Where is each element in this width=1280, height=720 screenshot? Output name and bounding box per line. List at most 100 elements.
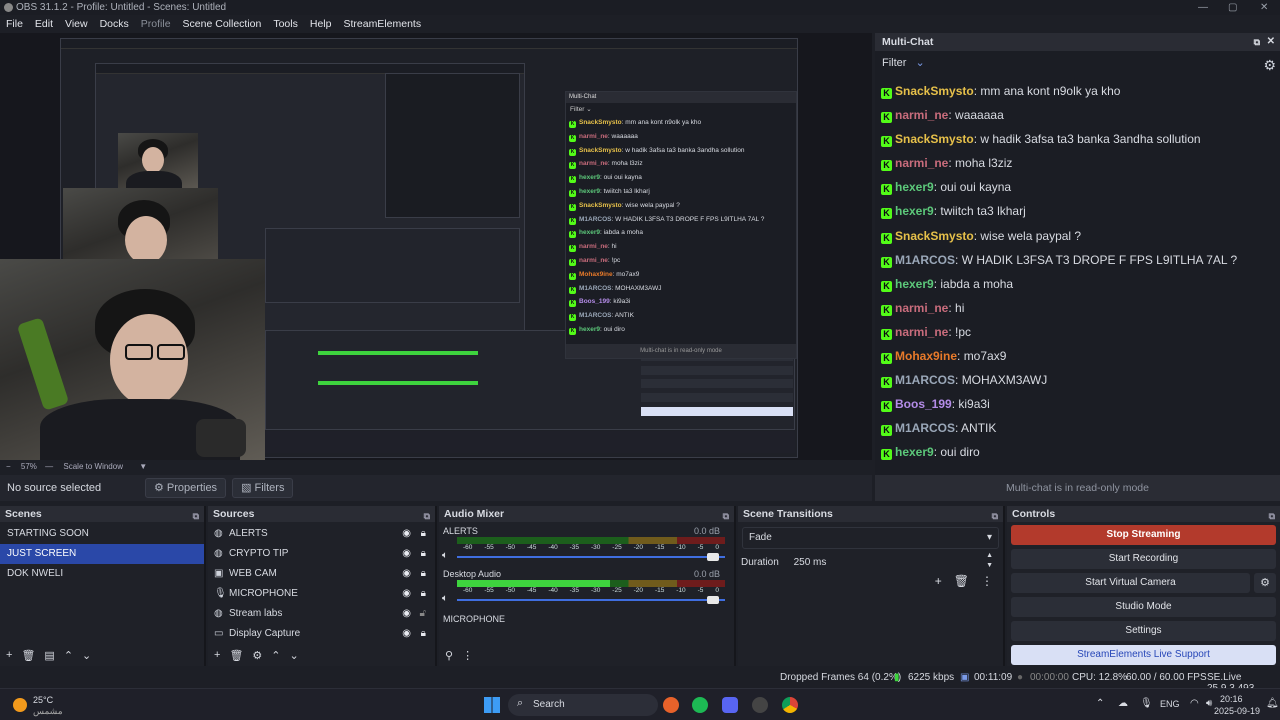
spinner-icon[interactable]: ▲ ▼ xyxy=(986,551,993,571)
gear-icon[interactable]: ⚙ xyxy=(252,649,262,662)
stop-streaming-button[interactable]: Stop Streaming xyxy=(1011,525,1276,545)
chat-username[interactable]: hexer9 xyxy=(579,174,600,181)
trash-icon[interactable]: 🗑 xyxy=(21,649,35,662)
eye-icon[interactable]: ◉ xyxy=(402,524,411,544)
firefox-icon[interactable] xyxy=(663,697,679,713)
source-item[interactable]: ▣ WEB CAM ◉ 🔒︎ xyxy=(208,564,435,584)
streamelements-support-button[interactable]: StreamElements Live Support xyxy=(1011,645,1276,665)
chat-username[interactable]: M1ARCOS xyxy=(579,216,612,223)
zoom-out-icon[interactable]: − xyxy=(6,462,13,471)
undock-icon[interactable]: ⧉ xyxy=(193,508,199,524)
lock-icon[interactable]: 🔒︎ xyxy=(421,584,426,604)
chat-username[interactable]: M1ARCOS xyxy=(895,421,955,435)
volume-slider[interactable]: 🔈︎ xyxy=(442,593,725,605)
menu-scene-collection[interactable]: Scene Collection xyxy=(177,15,268,33)
source-item[interactable]: 🎙︎ MICROPHONE ◉ 🔒︎ xyxy=(208,584,435,604)
chat-username[interactable]: Boos_199 xyxy=(895,397,952,411)
eye-icon[interactable]: ◉ xyxy=(402,604,411,624)
volume-slider[interactable]: 🔈︎ xyxy=(442,550,725,562)
eye-icon[interactable]: ◉ xyxy=(402,564,411,584)
start-virtual-camera-button[interactable]: Start Virtual Camera xyxy=(1011,573,1250,593)
scene-item[interactable]: STARTING SOON xyxy=(0,524,204,544)
filter-icon[interactable]: ▤ xyxy=(44,649,54,662)
chat-username[interactable]: narmi_ne xyxy=(895,301,948,315)
notifications-icon[interactable]: 🔔︎ xyxy=(1266,698,1279,709)
chat-username[interactable]: narmi_ne xyxy=(579,160,608,167)
source-item[interactable]: ▭ Display Capture ◉ 🔒︎ xyxy=(208,624,435,644)
lock-icon[interactable]: 🔒︎ xyxy=(421,524,426,544)
source-item[interactable]: ◍ CRYPTO TIP ◉ 🔒︎ xyxy=(208,544,435,564)
properties-button[interactable]: ⚙ Properties xyxy=(145,478,227,498)
menu-edit[interactable]: Edit xyxy=(29,15,59,33)
close-icon[interactable]: ✕ xyxy=(1260,0,1268,15)
eye-icon[interactable]: ◉ xyxy=(402,624,411,644)
duration-input[interactable]: 250 ms xyxy=(794,557,827,568)
chat-username[interactable]: narmi_ne xyxy=(895,108,948,122)
transition-select[interactable]: Fade ▾ xyxy=(742,527,999,549)
chat-username[interactable]: M1ARCOS xyxy=(895,253,955,267)
zoom-in-icon[interactable]: — xyxy=(45,462,53,471)
source-item[interactable]: ◍ Stream labs ◉ 🔓︎ xyxy=(208,604,435,624)
undock-icon[interactable]: ⧉ xyxy=(1269,508,1275,524)
chat-username[interactable]: SnackSmysto xyxy=(895,229,974,243)
move-down-icon[interactable]: ⌄ xyxy=(82,649,91,662)
discord-icon[interactable] xyxy=(722,697,738,713)
maximize-icon[interactable]: ▢ xyxy=(1228,0,1237,15)
move-up-icon[interactable]: ⌃ xyxy=(271,649,280,662)
eye-icon[interactable]: ◉ xyxy=(402,544,411,564)
weather-icon[interactable] xyxy=(13,698,27,712)
speaker-icon[interactable]: 🔈︎ xyxy=(442,593,448,604)
chat-username[interactable]: Mohax9ine xyxy=(895,349,957,363)
trash-icon[interactable]: 🗑 xyxy=(954,574,969,588)
spotify-icon[interactable] xyxy=(692,697,708,713)
chat-username[interactable]: Boos_199 xyxy=(579,298,610,305)
minimize-icon[interactable]: — xyxy=(1198,0,1208,15)
close-icon[interactable]: ✕ xyxy=(1267,33,1275,51)
undock-icon[interactable]: ⧉ xyxy=(723,508,729,524)
chat-username[interactable]: hexer9 xyxy=(579,229,600,236)
lock-icon[interactable]: 🔒︎ xyxy=(421,544,426,564)
chat-username[interactable]: hexer9 xyxy=(895,445,934,459)
wifi-icon[interactable]: ◠ xyxy=(1190,698,1199,709)
tray-chevron-icon[interactable]: ⌃ xyxy=(1096,698,1104,709)
add-icon[interactable]: + xyxy=(214,649,220,662)
studio-mode-button[interactable]: Studio Mode xyxy=(1011,597,1276,617)
scale-mode[interactable]: Scale to Window xyxy=(63,462,123,471)
settings-button[interactable]: Settings xyxy=(1011,621,1276,641)
chat-username[interactable]: hexer9 xyxy=(579,188,600,195)
settings-gear-icon[interactable]: ⚙ xyxy=(1263,53,1276,77)
menu-streamelements[interactable]: StreamElements xyxy=(337,15,427,33)
chat-username[interactable]: hexer9 xyxy=(895,204,934,218)
eye-icon[interactable]: ◉ xyxy=(402,584,411,604)
unlock-icon[interactable]: 🔓︎ xyxy=(420,604,426,624)
scene-item[interactable]: DOK NWELI xyxy=(0,564,204,584)
chat-username[interactable]: M1ARCOS xyxy=(579,285,612,292)
more-icon[interactable]: ⋮ xyxy=(981,574,993,588)
undock-icon[interactable]: ⧉ xyxy=(424,508,430,524)
taskbar-search[interactable]: ⌕ Search xyxy=(508,694,658,716)
chat-username[interactable]: SnackSmysto xyxy=(579,202,622,209)
volume-icon[interactable]: 🔊︎ xyxy=(1206,698,1212,709)
microphone-icon[interactable]: 🎙︎ xyxy=(1140,698,1153,709)
chat-username[interactable]: SnackSmysto xyxy=(579,119,622,126)
virtual-camera-settings-icon[interactable]: ⚙ xyxy=(1254,573,1276,593)
chat-username[interactable]: narmi_ne xyxy=(895,325,948,339)
trash-icon[interactable]: 🗑 xyxy=(229,649,243,662)
menu-help[interactable]: Help xyxy=(304,15,338,33)
chat-username[interactable]: hexer9 xyxy=(579,326,600,333)
multichat-filter[interactable]: Filter ⌄ ⚙ xyxy=(875,51,1280,75)
menu-tools[interactable]: Tools xyxy=(267,15,304,33)
lock-icon[interactable]: 🔒︎ xyxy=(421,564,426,584)
menu-profile[interactable]: Profile xyxy=(135,15,177,33)
add-icon[interactable]: + xyxy=(6,649,12,662)
chrome-icon[interactable] xyxy=(782,697,798,713)
chat-username[interactable]: M1ARCOS xyxy=(579,312,612,319)
chat-username[interactable]: narmi_ne xyxy=(579,133,608,140)
chat-username[interactable]: narmi_ne xyxy=(895,156,948,170)
undock-icon[interactable]: ⧉ xyxy=(992,508,998,524)
source-item[interactable]: ◍ ALERTS ◉ 🔒︎ xyxy=(208,524,435,544)
language-indicator[interactable]: ENG xyxy=(1160,699,1180,709)
chat-username[interactable]: SnackSmysto xyxy=(895,84,974,98)
more-icon[interactable]: ⋮ xyxy=(462,649,473,662)
filters-button[interactable]: ▧ Filters xyxy=(232,478,294,498)
